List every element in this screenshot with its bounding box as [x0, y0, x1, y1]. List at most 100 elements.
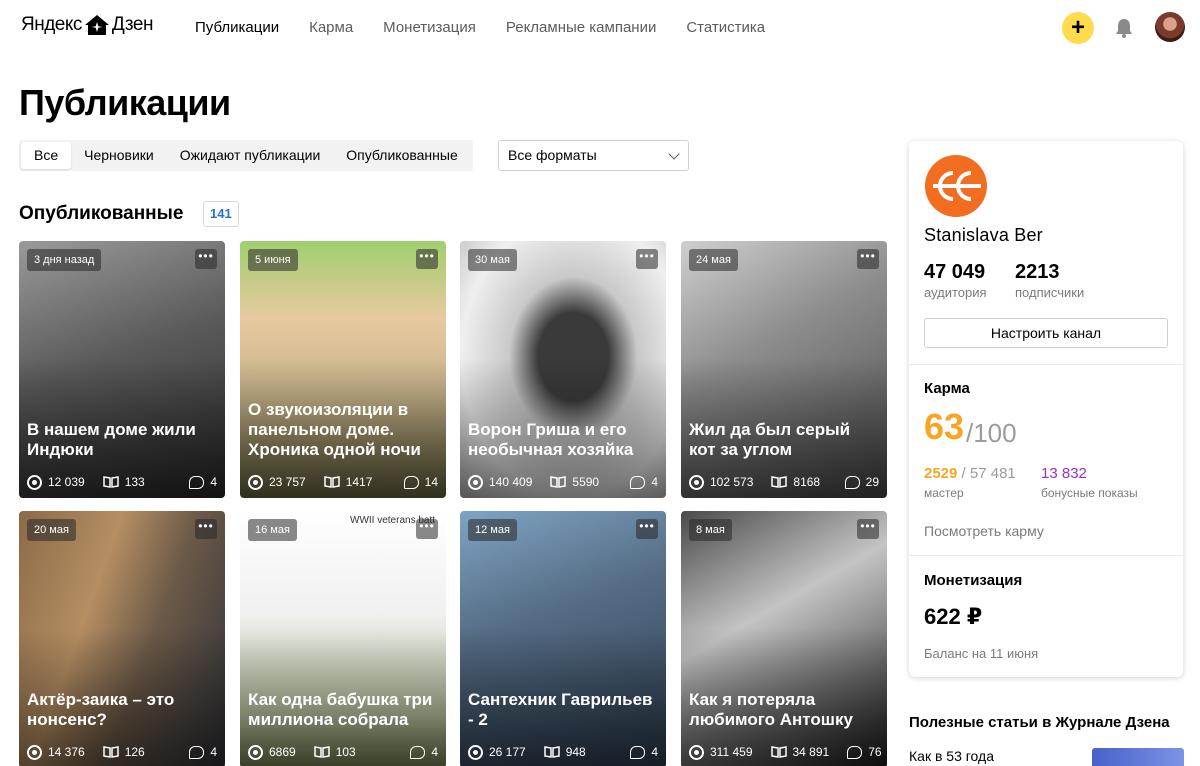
reads-stat: 34 891	[770, 745, 830, 759]
bonus-label: бонусные показы	[1041, 486, 1138, 500]
zen-logo[interactable]: Яндекс Дзен	[21, 14, 153, 36]
user-avatar[interactable]	[1155, 12, 1185, 42]
card-date: 24 мая	[689, 249, 738, 271]
view-karma-link[interactable]: Посмотреть карму	[924, 523, 1044, 539]
more-icon[interactable]: •••	[195, 249, 217, 269]
channel-name[interactable]: Stanislava Ber	[924, 225, 1043, 246]
views-stat: 6869	[248, 744, 296, 760]
card-title[interactable]: Актёр-заика – это нонсенс?	[27, 690, 217, 730]
comments-stat: 4	[410, 745, 438, 759]
nav-item-ad-campaigns[interactable]: Рекламные кампании	[506, 19, 656, 36]
channel-panel: Stanislava Ber 47 049 аудитория 2213 под…	[909, 141, 1183, 677]
card-title[interactable]: В нашем доме жили Индюки	[27, 420, 217, 460]
more-icon[interactable]: •••	[195, 519, 217, 539]
publication-card[interactable]: 12 мая ••• Сантехник Гаврильев - 2 26 17…	[460, 511, 666, 766]
comments-stat: 14	[403, 475, 438, 489]
journal-thumbnail[interactable]	[1092, 748, 1184, 766]
eye-icon	[468, 744, 483, 760]
chevron-down-icon	[668, 148, 680, 160]
reads-count: 948	[565, 745, 586, 759]
tab-pending[interactable]: Ожидают публикации	[167, 142, 334, 169]
book-icon	[102, 476, 119, 488]
logo-text-left: Яндекс	[21, 14, 82, 35]
publication-card[interactable]: 5 июня ••• О звукоизоляции в панельном д…	[240, 241, 446, 498]
more-icon[interactable]: •••	[416, 249, 438, 269]
more-icon[interactable]: •••	[636, 519, 658, 539]
comments-count: 4	[651, 745, 658, 759]
card-title[interactable]: Жил да был серый кот за углом	[689, 420, 879, 460]
card-title[interactable]: Как одна бабушка три миллиона собрала	[248, 690, 438, 730]
comment-icon	[410, 745, 426, 759]
card-title[interactable]: Как я потеряла любимого Антошку	[689, 690, 879, 730]
comment-icon	[403, 475, 419, 489]
reads-stat: 126	[102, 745, 145, 759]
views-count: 23 757	[269, 475, 306, 489]
views-count: 311 459	[710, 745, 753, 759]
views-count: 26 177	[489, 745, 526, 759]
comments-count: 4	[651, 475, 658, 489]
reads-stat: 8168	[771, 475, 820, 489]
page-title: Публикации	[19, 82, 231, 123]
bell-icon[interactable]	[1114, 17, 1134, 39]
house-icon	[84, 14, 110, 36]
tab-all[interactable]: Все	[21, 142, 72, 169]
audience-label: аудитория	[924, 285, 987, 300]
configure-channel-button[interactable]: Настроить канал	[924, 318, 1168, 348]
top-bar: Яндекс Дзен Публикации Карма Монетизация…	[0, 0, 1200, 56]
bonus-value: 13 832	[1041, 465, 1087, 482]
card-title[interactable]: Ворон Гриша и его необычная хозяйка	[468, 420, 658, 460]
card-date: 5 июня	[248, 249, 298, 271]
format-select[interactable]: Все форматы	[498, 140, 689, 171]
nav-item-statistics[interactable]: Статистика	[686, 19, 765, 36]
more-icon[interactable]: •••	[857, 519, 879, 539]
more-icon[interactable]: •••	[636, 249, 658, 269]
plus-icon: +	[1070, 14, 1085, 41]
card-stats: 6869 103 4	[248, 744, 438, 760]
reads-stat: 5590	[550, 475, 599, 489]
karma-max: /100	[966, 418, 1017, 448]
nav-item-karma[interactable]: Карма	[309, 19, 353, 36]
karma-value: 63	[924, 406, 965, 447]
publication-card[interactable]: 30 мая ••• Ворон Гриша и его необычная х…	[460, 241, 666, 498]
add-button[interactable]: +	[1062, 12, 1094, 44]
views-stat: 311 459	[689, 744, 753, 760]
publication-card[interactable]: WWII veterans batt 16 мая ••• Как одна б…	[240, 511, 446, 766]
views-count: 14 376	[48, 745, 85, 759]
comments-count: 76	[868, 745, 882, 759]
balance-label: Баланс на 11 июня	[924, 646, 1039, 661]
more-icon[interactable]: •••	[857, 249, 879, 269]
reads-stat: 103	[313, 745, 356, 759]
comments-stat: 4	[630, 475, 658, 489]
card-date: 20 мая	[27, 519, 76, 541]
publication-card[interactable]: 20 мая ••• Актёр-заика – это нонсенс? 14…	[19, 511, 225, 766]
comment-icon	[630, 745, 646, 759]
channel-logo[interactable]	[925, 155, 987, 217]
card-stats: 23 757 1417 14	[248, 474, 438, 490]
eye-icon	[27, 744, 42, 760]
nav-item-publications[interactable]: Публикации	[195, 19, 279, 36]
publication-card[interactable]: 24 мая ••• Жил да был серый кот за углом…	[681, 241, 887, 498]
section-title: Опубликованные	[19, 203, 184, 224]
nav-item-monetization[interactable]: Монетизация	[383, 19, 476, 36]
card-date: 8 мая	[689, 519, 732, 541]
publication-card[interactable]: 8 мая ••• Как я потеряла любимого Антошк…	[681, 511, 887, 766]
card-stats: 12 039 133 4	[27, 474, 217, 490]
reads-count: 34 891	[792, 745, 830, 759]
tab-drafts[interactable]: Черновики	[71, 142, 167, 169]
master-value: 2529	[924, 465, 958, 482]
journal-item[interactable]: Как в 53 года	[909, 748, 994, 764]
book-icon	[771, 476, 788, 488]
card-title[interactable]: О звукоизоляции в панельном доме. Хроник…	[248, 400, 438, 460]
more-icon[interactable]: •••	[416, 519, 438, 539]
card-date: 3 дня назад	[27, 249, 102, 271]
reads-count: 1417	[345, 475, 373, 489]
card-title[interactable]: Сантехник Гаврильев - 2	[468, 690, 658, 730]
views-stat: 102 573	[689, 474, 753, 490]
tab-published[interactable]: Опубликованные	[333, 142, 470, 169]
comments-stat: 29	[844, 475, 879, 489]
logo-text-right: Дзен	[111, 14, 154, 35]
publication-card[interactable]: 3 дня назад ••• В нашем доме жили Индюки…	[19, 241, 225, 498]
format-select-value: Все форматы	[508, 147, 597, 163]
comment-icon	[847, 745, 863, 759]
reads-count: 103	[335, 745, 356, 759]
